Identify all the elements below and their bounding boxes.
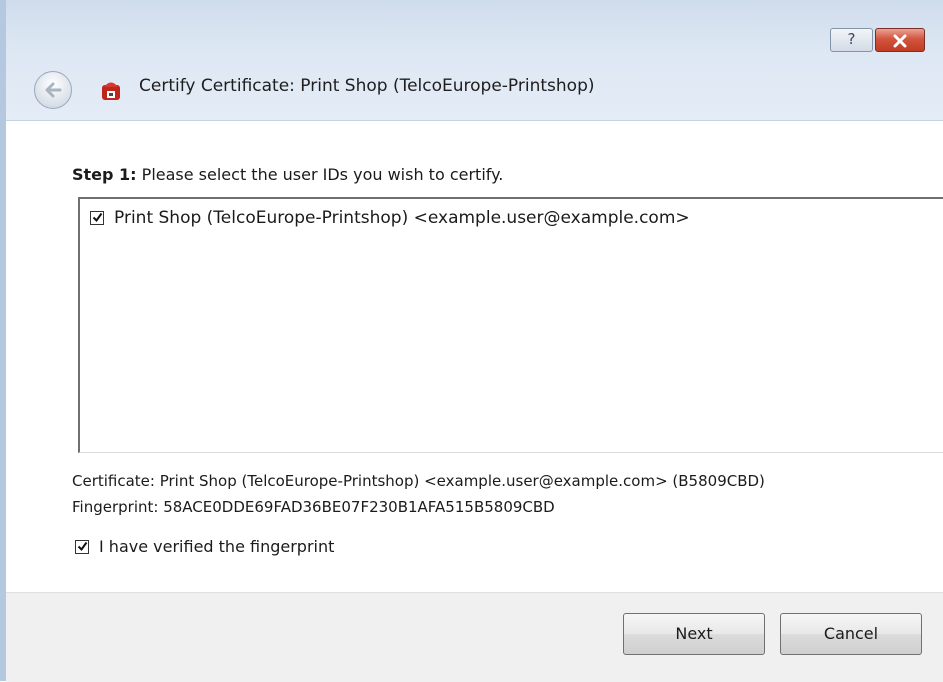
step-text: Please select the user IDs you wish to c… [141,165,504,184]
user-id-checkbox[interactable] [90,211,104,225]
verify-fingerprint-label: I have verified the fingerprint [99,537,335,556]
user-id-list[interactable]: Print Shop (TelcoEurope-Printshop) <exam… [78,197,943,453]
verify-fingerprint-checkbox[interactable] [75,539,89,554]
list-item[interactable]: Print Shop (TelcoEurope-Printshop) <exam… [90,207,690,229]
certify-dialog: ? Certify Certificate: Print Shop (Telco… [0,0,943,682]
title-bar: ? Certify Certificate: Print Shop (Telco… [6,0,943,121]
close-button[interactable] [875,28,925,52]
step-instruction: Step 1: Please select the user IDs you w… [72,165,503,184]
back-arrow-icon [45,82,62,98]
certificate-info: Certificate: Print Shop (TelcoEurope-Pri… [72,472,765,490]
help-button[interactable]: ? [830,28,873,52]
help-icon: ? [847,30,856,48]
cancel-button[interactable]: Cancel [780,613,922,655]
back-button[interactable] [34,71,72,109]
verify-fingerprint-option[interactable]: I have verified the fingerprint [75,537,334,556]
button-bar: Next Cancel [6,592,943,682]
checkmark-icon [92,212,103,223]
window-title: Certify Certificate: Print Shop (TelcoEu… [139,76,595,96]
checkmark-icon [77,541,88,551]
close-icon [893,34,907,48]
user-id-label: Print Shop (TelcoEurope-Printshop) <exam… [114,208,690,228]
step-label: Step 1: [72,165,137,184]
next-button[interactable]: Next [623,613,765,655]
fingerprint-info: Fingerprint: 58ACE0DDE69FAD36BE07F230B1A… [72,498,555,516]
certificate-app-icon [102,82,120,100]
